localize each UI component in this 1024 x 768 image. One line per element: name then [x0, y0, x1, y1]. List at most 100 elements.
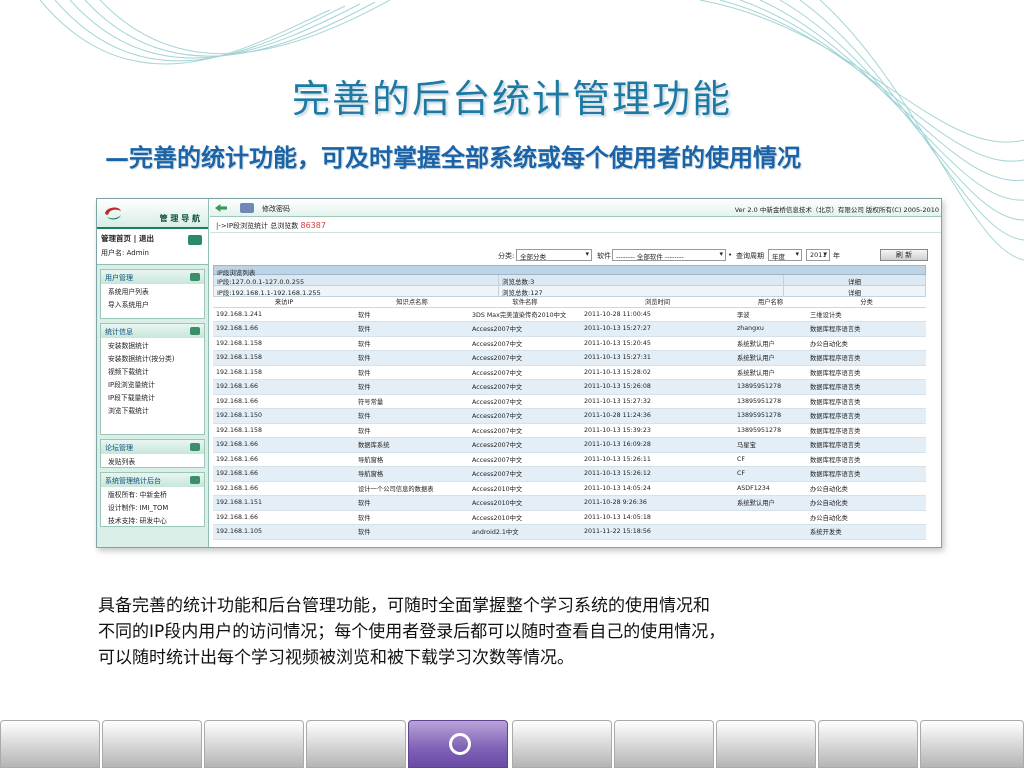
period-radio-icon[interactable]: •: [728, 251, 732, 259]
change-password-link[interactable]: 修改密码: [262, 204, 290, 214]
copyright-text: Ver 2.0 中新金桥信息技术（北京）有限公司 版权所有(C) 2005-20…: [734, 206, 939, 214]
table-row: 192.168.1.66 符号常量 Access2007中文 2011-10-13 1…: [213, 394, 926, 409]
bottom-navigation: [0, 718, 1024, 768]
table-cell: Access2007中文: [469, 466, 581, 482]
nav-tab-active[interactable]: [408, 720, 508, 768]
table-cell: 软件: [355, 423, 469, 438]
table-cell: 192.168.1.66: [213, 394, 355, 409]
menu-item[interactable]: 视频下载统计: [101, 364, 204, 377]
nav-tab[interactable]: [818, 720, 918, 768]
description-line: 不同的IP段内用户的访问情况；每个使用者登录后都可以随时查看自己的使用情况，: [98, 622, 726, 642]
menu-head-user-management[interactable]: 用户管理: [101, 270, 204, 284]
category-select[interactable]: 全部分类: [516, 249, 592, 261]
column-header: 浏览时间: [581, 297, 734, 308]
menu-toggle-icon: [190, 327, 200, 335]
table-cell: 192.168.1.66: [213, 510, 355, 525]
menu-item[interactable]: 发贴列表: [101, 454, 204, 467]
table-cell: 办公自动化类: [807, 495, 926, 511]
table-cell: Access2007中文: [469, 365, 581, 380]
table-row: 192.168.1.158 软件 Access2007中文 2011-10-13 15…: [213, 365, 926, 380]
table-cell: 系统默认用户: [734, 495, 807, 511]
table-cell: 数据库程序语言类: [807, 394, 926, 409]
menu-head-system[interactable]: 系统管理统计后台: [101, 473, 204, 487]
menu-head-forum[interactable]: 论坛管理: [101, 440, 204, 454]
table-cell: 13895951278: [734, 423, 807, 438]
table-row: 192.168.1.66 导航窗格 Access2007中文 2011-10-13 1…: [213, 466, 926, 482]
table-cell: 软件: [355, 307, 469, 322]
table-cell: 三维设计类: [807, 307, 926, 322]
detail-link[interactable]: 详细: [784, 275, 925, 285]
admin-screenshot: 管 理 导 航 管理首页 | 退出 用户名: Admin 用户管理 系统用户列表…: [96, 198, 942, 548]
table-cell: 软件: [355, 379, 469, 395]
logo-icon: [105, 207, 121, 220]
menu-item[interactable]: 安装数据统计: [101, 338, 204, 351]
table-cell: 办公自动化类: [807, 481, 926, 496]
table-cell: 13895951278: [734, 379, 807, 395]
menu-system: 系统管理统计后台 版权所有: 中新金桥 设计制作: IMI_TOM 技术支持: …: [100, 472, 205, 527]
menu-item[interactable]: 浏览下载统计: [101, 403, 204, 416]
table-row: 192.168.1.241 软件 3DS Max完美渲染传奇2010中文 2011-1…: [213, 307, 926, 322]
table-cell: zhangxu: [734, 321, 807, 337]
visits-table: 来访IP 知识点名称 软件名称 浏览时间 用户名称 分类 192.168.1.2…: [213, 297, 926, 540]
table-row: 192.168.1.158 软件 Access2007中文 2011-10-13 15…: [213, 423, 926, 438]
table-cell: Access2010中文: [469, 495, 581, 511]
table-cell: 数据库程序语言类: [807, 408, 926, 424]
nav-tab[interactable]: [614, 720, 714, 768]
table-row: 192.168.1.105 软件 android2.1中文 2011-11-22 15…: [213, 524, 926, 540]
table-cell: 192.168.1.66: [213, 437, 355, 453]
menu-toggle-icon: [190, 443, 200, 451]
table-cell: 2011-10-13 16:09:28: [581, 437, 734, 453]
table-row: 192.168.1.66 数据库系统 Access2007中文 2011-10-13 …: [213, 437, 926, 453]
menu-item[interactable]: IP段浏览量统计: [101, 377, 204, 390]
table-cell: 13895951278: [734, 408, 807, 424]
period-select[interactable]: 年度: [768, 249, 802, 261]
nav-tab[interactable]: [716, 720, 816, 768]
nav-tab[interactable]: [306, 720, 406, 768]
table-cell: 2011-10-28 9:26:36: [581, 495, 734, 511]
table-cell: 软件: [355, 524, 469, 540]
software-select[interactable]: -------- 全部软件 --------: [612, 249, 726, 261]
nav-tab[interactable]: [0, 720, 100, 768]
menu-item[interactable]: 导入系统用户: [101, 297, 204, 310]
column-header: 知识点名称: [355, 297, 469, 308]
table-row: 192.168.1.150 软件 Access2007中文 2011-10-28 11…: [213, 408, 926, 424]
description-line: 具备完善的统计功能和后台管理功能，可随时全面掌握整个学习系统的使用情况和: [98, 596, 710, 616]
logout-link[interactable]: 退出: [139, 234, 154, 243]
nav-tab[interactable]: [102, 720, 202, 768]
menu-head-statistics[interactable]: 统计信息: [101, 324, 204, 338]
menu-item[interactable]: 安装数据统计(按分类): [101, 351, 204, 364]
table-cell: Access2010中文: [469, 481, 581, 496]
user-badge-icon: [188, 235, 202, 245]
menu-item[interactable]: 系统用户列表: [101, 284, 204, 297]
table-cell: Access2007中文: [469, 452, 581, 467]
table-cell: 2011-10-13 15:26:08: [581, 379, 734, 395]
table-cell: [734, 510, 807, 525]
table-cell: 数据库程序语言类: [807, 365, 926, 380]
table-body: 192.168.1.241 软件 3DS Max完美渲染传奇2010中文 2011-1…: [213, 307, 926, 540]
slide-subtitle: —完善的统计功能，可及时掌握全部系统或每个使用者的使用情况: [105, 143, 801, 172]
menu-forum: 论坛管理 发贴列表: [100, 439, 205, 468]
table-cell: [734, 524, 807, 540]
menu-item[interactable]: IP段下载量统计: [101, 390, 204, 403]
detail-link[interactable]: 详细: [784, 286, 925, 296]
table-header-row: 来访IP 知识点名称 软件名称 浏览时间 用户名称 分类: [213, 297, 926, 308]
year-select[interactable]: 2011: [806, 249, 830, 261]
table-cell: 2011-10-13 15:39:23: [581, 423, 734, 438]
table-cell: 2011-10-13 15:27:31: [581, 350, 734, 366]
table-cell: 192.168.1.66: [213, 379, 355, 395]
nav-tab[interactable]: [204, 720, 304, 768]
home-link[interactable]: 管理首页: [101, 234, 131, 243]
refresh-button[interactable]: 刷 新: [880, 249, 928, 261]
table-cell: 软件: [355, 350, 469, 366]
table-cell: 192.168.1.66: [213, 452, 355, 467]
nav-tab[interactable]: [920, 720, 1024, 768]
nav-tab[interactable]: [512, 720, 612, 768]
table-row: 192.168.1.151 软件 Access2010中文 2011-10-28 9:…: [213, 495, 926, 511]
table-cell: 192.168.1.66: [213, 481, 355, 496]
column-header: 用户名称: [734, 297, 807, 308]
table-cell: 办公自动化类: [807, 510, 926, 525]
back-arrow-icon[interactable]: [215, 204, 227, 212]
table-cell: 软件: [355, 510, 469, 525]
ip-range-row: IP段:127.0.0.1-127.0.0.255 浏览总数:3 详细: [213, 275, 926, 286]
table-cell: Access2007中文: [469, 379, 581, 395]
